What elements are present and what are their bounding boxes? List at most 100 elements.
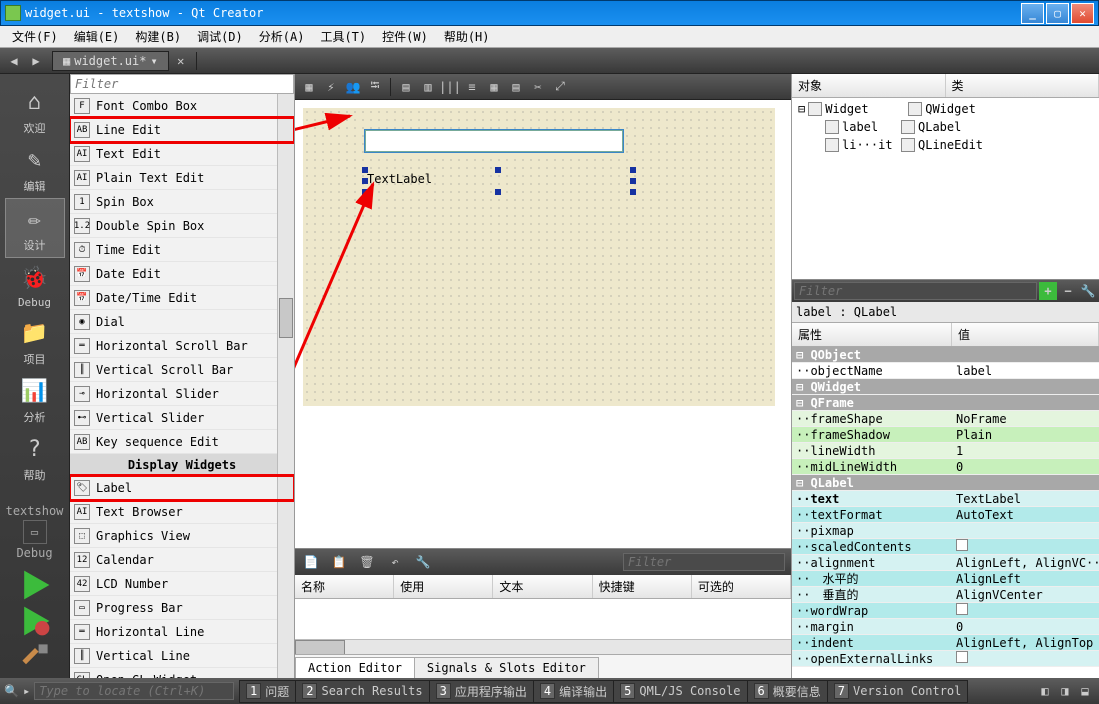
menu-file[interactable]: 文件(F) xyxy=(4,26,66,47)
palette-item-plain-text-edit[interactable]: AIPlain Text Edit xyxy=(70,166,294,190)
new-action-icon[interactable]: 📄 xyxy=(301,552,321,572)
palette-list[interactable]: FFont Combo BoxABLine EditAIText EditAIP… xyxy=(70,94,294,678)
run-button[interactable] xyxy=(17,570,53,600)
palette-item-calendar[interactable]: 12Calendar xyxy=(70,548,294,572)
nav-back-icon[interactable]: ◀ xyxy=(4,51,24,71)
back-action-icon[interactable]: ↶ xyxy=(385,552,405,572)
checkbox-icon[interactable] xyxy=(956,603,968,615)
prop-row[interactable]: ··frameShadowPlain xyxy=(792,427,1099,443)
edit-widgets-icon[interactable]: ▦ xyxy=(299,77,319,97)
output-pane-4[interactable]: 4编译输出 xyxy=(533,680,614,703)
lineedit-widget[interactable] xyxy=(365,130,623,152)
menu-build[interactable]: 构建(B) xyxy=(127,26,189,47)
layout-v-icon[interactable]: ▥ xyxy=(418,77,438,97)
mode-欢迎[interactable]: ⌂欢迎 xyxy=(5,82,65,140)
prop-row[interactable]: ⊟ QFrame xyxy=(792,395,1099,411)
palette-item-key-sequence-edit[interactable]: ABKey sequence Edit xyxy=(70,430,294,454)
palette-item-graphics-view[interactable]: ⬚Graphics View xyxy=(70,524,294,548)
palette-scrollbar[interactable] xyxy=(277,94,294,678)
tab-action-editor[interactable]: Action Editor xyxy=(295,657,415,678)
palette-item-open-gl-widget[interactable]: GLOpen GL Widget xyxy=(70,668,294,678)
nav-fwd-icon[interactable]: ▶ xyxy=(26,51,46,71)
prop-row[interactable]: ··scaledContents xyxy=(792,539,1099,555)
build-button[interactable] xyxy=(17,642,53,672)
layout-h-icon[interactable]: ▤ xyxy=(396,77,416,97)
layout-v-split-icon[interactable]: ≡ xyxy=(462,77,482,97)
oi-row[interactable]: labelQLabel xyxy=(794,118,1097,136)
menu-help[interactable]: 帮助(H) xyxy=(436,26,498,47)
menu-debug[interactable]: 调试(D) xyxy=(189,26,251,47)
output-pane-5[interactable]: 5QML/JS Console xyxy=(613,680,747,703)
prop-row[interactable]: ··openExternalLinks xyxy=(792,651,1099,667)
break-layout-icon[interactable]: ✂ xyxy=(528,77,548,97)
close-button[interactable]: ✕ xyxy=(1071,3,1094,24)
config-prop-icon[interactable]: 🔧 xyxy=(1079,282,1097,300)
action-filter-input[interactable] xyxy=(623,553,785,571)
oi-row[interactable]: ⊟ WidgetQWidget xyxy=(794,100,1097,118)
output-pane-3[interactable]: 3应用程序输出 xyxy=(429,680,534,703)
layout-grid-icon[interactable]: ▦ xyxy=(484,77,504,97)
locator-icon[interactable]: 🔍 xyxy=(4,684,19,698)
output-pane-1[interactable]: 1问题 xyxy=(239,680,296,703)
mode-Debug[interactable]: 🐞Debug xyxy=(5,258,65,313)
palette-item-double-spin-box[interactable]: 1.2Double Spin Box xyxy=(70,214,294,238)
palette-category[interactable]: Display Widgets xyxy=(70,454,294,476)
palette-filter-input[interactable] xyxy=(70,74,294,94)
kit-selector[interactable]: textshow ▭ Debug xyxy=(7,500,63,564)
edit-tab-order-icon[interactable]: ⭾ xyxy=(365,77,385,97)
prop-row[interactable]: ··wordWrap xyxy=(792,603,1099,619)
prop-row[interactable]: ··indentAlignLeft, AlignTop xyxy=(792,635,1099,651)
prop-row[interactable]: ⊟ QWidget xyxy=(792,379,1099,395)
copy-action-icon[interactable]: 📋 xyxy=(329,552,349,572)
palette-item-line-edit[interactable]: ABLine Edit xyxy=(70,118,294,142)
prop-row[interactable]: ·· 垂直的AlignVCenter xyxy=(792,587,1099,603)
palette-item-time-edit[interactable]: ⏱Time Edit xyxy=(70,238,294,262)
property-table[interactable]: ⊟ QObject··objectNamelabel⊟ QWidget⊟ QFr… xyxy=(792,347,1099,678)
menu-edit[interactable]: 编辑(E) xyxy=(66,26,128,47)
mode-设计[interactable]: ✏设计 xyxy=(5,198,65,258)
mode-编辑[interactable]: ✎编辑 xyxy=(5,140,65,198)
output-pane-7[interactable]: 7Version Control xyxy=(827,680,969,703)
prop-row[interactable]: ··objectNamelabel xyxy=(792,363,1099,379)
edit-buddies-icon[interactable]: 👥 xyxy=(343,77,363,97)
locator-collapse-icon[interactable]: ▸ xyxy=(23,684,30,698)
palette-item-vertical-line[interactable]: ║Vertical Line xyxy=(70,644,294,668)
object-inspector[interactable]: 对象 类 ⊟ WidgetQWidgetlabelQLabelli···itQL… xyxy=(792,74,1099,280)
prop-row[interactable]: ··frameShapeNoFrame xyxy=(792,411,1099,427)
prop-row[interactable]: ··alignmentAlignLeft, AlignVC··· xyxy=(792,555,1099,571)
palette-item-vertical-slider[interactable]: ⊷Vertical Slider xyxy=(70,406,294,430)
menu-widgets[interactable]: 控件(W) xyxy=(374,26,436,47)
toggle-right-icon[interactable]: ◨ xyxy=(1055,681,1075,701)
maximize-button[interactable]: ▢ xyxy=(1046,3,1069,24)
document-tab[interactable]: ▦ widget.ui* ▾ xyxy=(52,51,169,71)
prop-row[interactable]: ⊟ QLabel xyxy=(792,475,1099,491)
run-debug-button[interactable] xyxy=(17,606,53,636)
prop-row[interactable]: ··pixmap xyxy=(792,523,1099,539)
prop-row[interactable]: ··midLineWidth0 xyxy=(792,459,1099,475)
output-pane-6[interactable]: 6概要信息 xyxy=(747,680,828,703)
prop-row[interactable]: ··margin0 xyxy=(792,619,1099,635)
output-pane-2[interactable]: 2Search Results xyxy=(295,680,429,703)
toggle-bottom-icon[interactable]: ⬓ xyxy=(1075,681,1095,701)
delete-action-icon[interactable]: 🗑 xyxy=(357,552,377,572)
prop-row[interactable]: ··lineWidth1 xyxy=(792,443,1099,459)
add-prop-icon[interactable]: + xyxy=(1039,282,1057,300)
form-canvas[interactable]: TextLabel xyxy=(295,100,791,548)
layout-form-icon[interactable]: ▤ xyxy=(506,77,526,97)
palette-item-horizontal-line[interactable]: ═Horizontal Line xyxy=(70,620,294,644)
close-doc-icon[interactable]: ✕ xyxy=(171,51,191,71)
mode-分析[interactable]: 📊分析 xyxy=(5,371,65,429)
palette-item-label[interactable]: 🏷Label xyxy=(70,476,294,500)
prop-row[interactable]: ··textTextLabel xyxy=(792,491,1099,507)
prop-row[interactable]: ⊟ QObject xyxy=(792,347,1099,363)
checkbox-icon[interactable] xyxy=(956,539,968,551)
prop-row[interactable]: ·· 水平的AlignLeft xyxy=(792,571,1099,587)
adjust-size-icon[interactable]: ⤢ xyxy=(550,77,570,97)
form-widget[interactable]: TextLabel xyxy=(303,108,775,406)
tab-signals-slots[interactable]: Signals & Slots Editor xyxy=(414,657,599,678)
property-filter-input[interactable] xyxy=(794,282,1037,300)
dropdown-icon[interactable]: ▾ xyxy=(150,54,157,68)
layout-h-split-icon[interactable]: ||| xyxy=(440,77,460,97)
palette-item-text-browser[interactable]: AIText Browser xyxy=(70,500,294,524)
locator-input[interactable] xyxy=(34,682,234,700)
